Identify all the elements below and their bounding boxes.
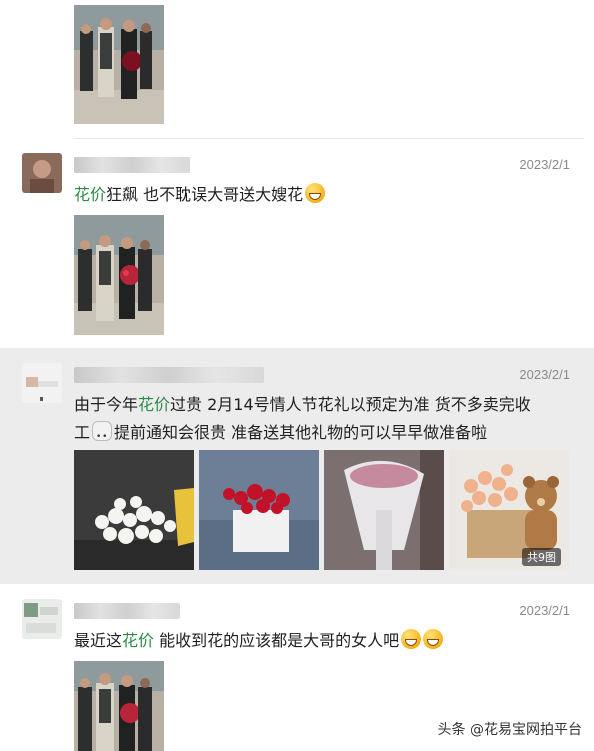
avatar[interactable]: [22, 599, 62, 639]
post-text: 花价狂飙 也不耽误大哥送大嫂花: [74, 181, 326, 209]
avatar[interactable]: [22, 363, 62, 403]
post-date: 2023/2/1: [519, 603, 570, 618]
watermark: 头条 @花易宝网拍平台: [437, 722, 582, 738]
keyword-link[interactable]: 花价: [122, 631, 154, 650]
post-image-teddy-bear-flowers[interactable]: 共9图: [449, 450, 569, 570]
keyword-link[interactable]: 花价: [138, 395, 170, 414]
post-photo[interactable]: [74, 5, 164, 124]
image-count-badge[interactable]: 共9图: [522, 548, 561, 566]
grin-emoji-icon: [305, 183, 326, 203]
post-text: 由于今年花价过贵 2月14号情人节花礼以预定为准 货不多卖完收 工提前通知会很贵…: [74, 391, 574, 451]
post-image-red-roses-box[interactable]: [199, 450, 319, 570]
post-text: 最近这花价 能收到花的应该都是大哥的女人吧: [74, 627, 444, 655]
username-redacted[interactable]: [74, 367, 264, 383]
cat-emoji-icon: [92, 421, 113, 451]
post-photo[interactable]: [74, 215, 164, 335]
post-image-white-roses[interactable]: [74, 450, 194, 570]
divider: [74, 138, 584, 139]
keyword-link[interactable]: 花价: [74, 185, 106, 204]
avatar[interactable]: [22, 153, 62, 193]
post-date: 2023/2/1: [519, 157, 570, 172]
laugh-cry-emoji-icon: [401, 629, 422, 649]
post-date: 2023/2/1: [519, 367, 570, 382]
username-redacted[interactable]: [74, 157, 190, 173]
laugh-cry-emoji-icon: [423, 629, 444, 649]
username-redacted[interactable]: [74, 603, 180, 619]
post-photo[interactable]: [74, 661, 164, 751]
post-image-pink-bouquet[interactable]: [324, 450, 444, 570]
